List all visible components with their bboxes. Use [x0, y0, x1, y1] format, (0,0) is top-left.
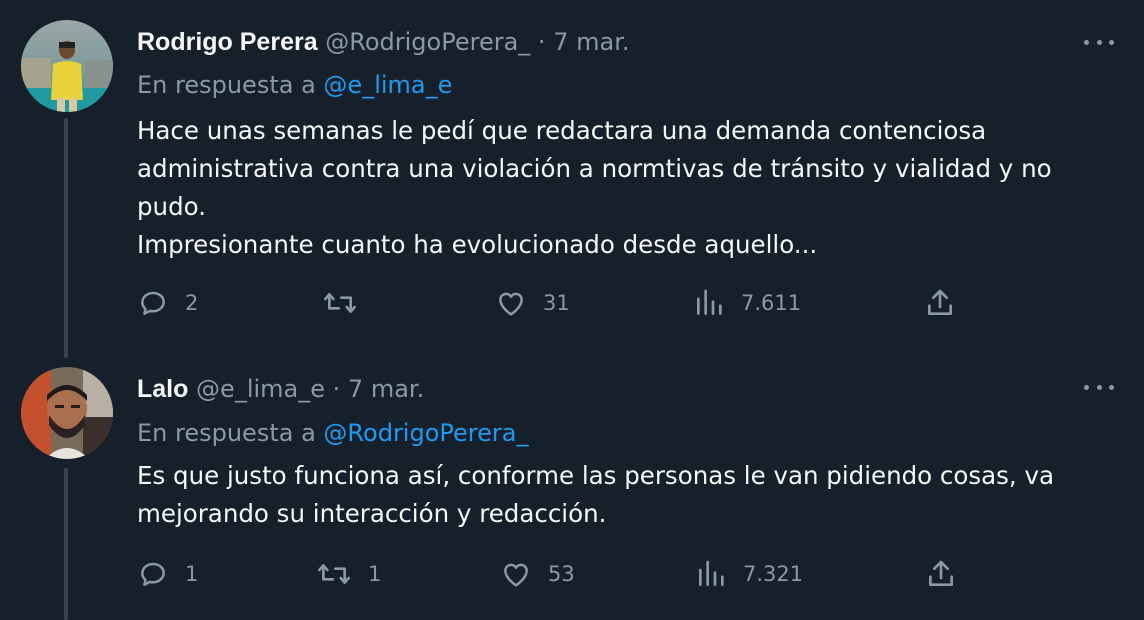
reply-context: En respuesta a @e_lima_e	[137, 73, 452, 97]
tweet-text: Es que justo funciona así, conforme las …	[137, 457, 1127, 533]
reply-mention-link[interactable]: @RodrigoPerera_	[323, 419, 528, 447]
reply-icon	[141, 291, 165, 315]
display-name[interactable]: Rodrigo Perera	[137, 28, 318, 56]
tweet-2: Lalo @e_lima_e · 7 mar. En respuesta a @…	[0, 360, 1144, 620]
views-icon	[699, 560, 724, 586]
more-icon[interactable]	[1084, 381, 1114, 393]
tweet-text-line: administrativa contra una violación a no…	[137, 154, 1052, 183]
like-icon	[504, 563, 528, 587]
tweet-1: Rodrigo Perera @RodrigoPerera_ · 7 mar. …	[0, 0, 1144, 360]
like-button[interactable]: 53	[500, 558, 575, 590]
more-icon[interactable]	[1084, 36, 1114, 48]
thread-line	[64, 118, 68, 358]
reply-button[interactable]: 1	[137, 558, 198, 590]
like-icon	[499, 292, 523, 316]
reply-prefix: En respuesta a	[137, 419, 316, 447]
retweet-button[interactable]	[322, 287, 374, 319]
like-count: 53	[548, 562, 575, 586]
reply-count: 2	[185, 291, 199, 315]
retweet-button[interactable]: 1	[316, 558, 381, 590]
tweet-text: Hace unas semanas le pedí que redactara …	[137, 112, 1127, 264]
like-button[interactable]: 31	[495, 287, 570, 319]
reply-count: 1	[185, 562, 199, 586]
share-icon	[928, 289, 952, 315]
views-icon	[697, 289, 722, 315]
user-avatar-photo-icon	[21, 20, 113, 112]
tweet-date[interactable]: 7 mar.	[348, 375, 424, 403]
like-count: 31	[543, 291, 570, 315]
share-button[interactable]	[925, 558, 957, 590]
share-button[interactable]	[924, 287, 956, 319]
user-avatar-photo-icon	[21, 367, 113, 459]
retweet-icon	[324, 293, 356, 313]
avatar[interactable]	[21, 367, 113, 459]
separator: ·	[332, 375, 341, 403]
views-button[interactable]: 7.321	[695, 558, 803, 590]
tweet-text-line: mejorando su interacción y redacción.	[137, 499, 607, 528]
user-handle[interactable]: @e_lima_e	[196, 375, 325, 403]
avatar[interactable]	[21, 20, 113, 112]
tweet-text-line: Impresionante cuanto ha evolucionado des…	[137, 230, 818, 259]
reply-prefix: En respuesta a	[137, 71, 316, 99]
tweet-date[interactable]: 7 mar.	[553, 28, 629, 56]
reply-icon	[141, 562, 165, 586]
thread-line	[64, 468, 68, 620]
reply-button[interactable]: 2	[137, 287, 198, 319]
display-name[interactable]: Lalo	[137, 375, 188, 403]
views-count: 7.321	[743, 562, 804, 586]
views-button[interactable]: 7.611	[693, 287, 801, 319]
share-icon	[929, 560, 953, 586]
tweet-header: Lalo @e_lima_e · 7 mar.	[137, 377, 424, 402]
reply-context: En respuesta a @RodrigoPerera_	[137, 421, 528, 445]
reply-mention-link[interactable]: @e_lima_e	[323, 71, 452, 99]
user-handle[interactable]: @RodrigoPerera_	[325, 28, 530, 56]
retweet-count: 1	[368, 562, 382, 586]
views-count: 7.611	[741, 291, 802, 315]
retweet-icon	[318, 564, 350, 584]
tweet-text-line: Hace unas semanas le pedí que redactara …	[137, 116, 987, 145]
tweet-text-line: pudo.	[137, 192, 206, 221]
tweet-text-line: Es que justo funciona así, conforme las …	[137, 461, 1055, 490]
separator: ·	[537, 28, 546, 56]
tweet-header: Rodrigo Perera @RodrigoPerera_ · 7 mar.	[137, 30, 629, 55]
